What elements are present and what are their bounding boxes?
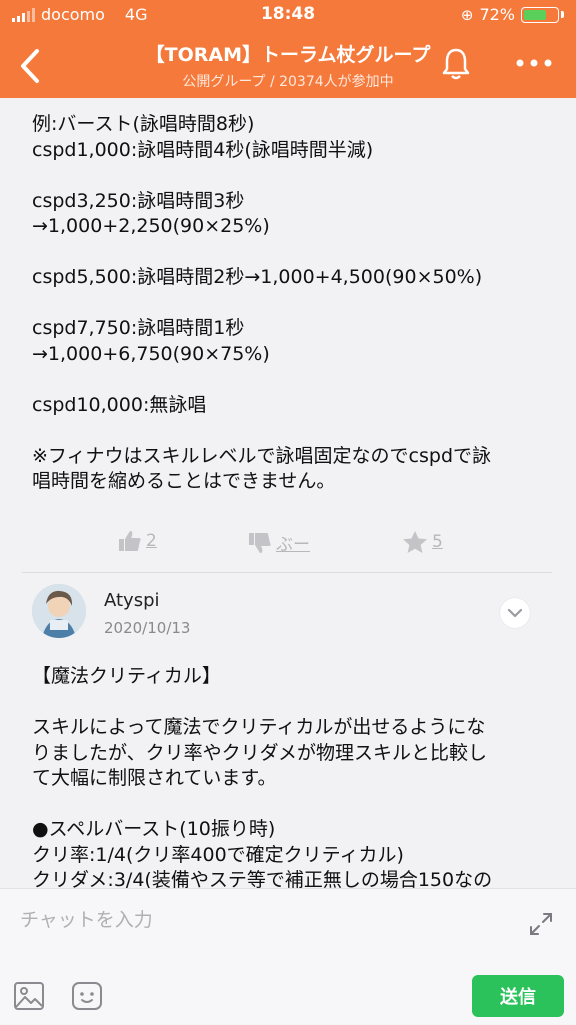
avatar[interactable] [32,584,86,638]
more-icon [516,59,552,67]
thumbs-up-icon [119,531,141,551]
chevron-left-icon [21,49,39,83]
text-line: cspd5,500:詠唱時間2秒→1,000+4,500(90×50%) [32,266,483,288]
like-count: 2 [146,531,157,551]
text-line: クリ率:1/4(クリ率400で確定クリティカル) [32,843,404,866]
group-subtitle: 公開グループ / 20374人が参加中 [182,74,394,90]
text-line: →1,000+2,250(90×25%) [32,215,270,237]
image-icon [14,982,44,1010]
back-button[interactable] [10,44,50,88]
dislike-button[interactable]: ぶー [248,530,310,555]
star-icon [403,531,427,553]
expand-icon [530,913,552,935]
group-title-area[interactable]: 【TORAM】トーラム杖グループ 公開グループ / 20374人が参加中 [80,40,496,91]
send-button[interactable]: 送信 [472,975,564,1017]
text-line: クリダメ:3/4(装備やステ等で補正無しの場合150なの [32,869,493,888]
avatar-image [32,584,86,638]
text-line: ※フィナウはスキルレベルで詠唱固定なのでcspdで詠 [32,444,492,467]
group-title: 【TORAM】トーラム杖グループ [145,44,431,66]
status-bar: docomo 4G 18:48 ⊕ 72% [0,0,576,30]
image-button[interactable] [12,979,46,1013]
text-line: 例:バースト(詠唱時間8秒) [32,113,255,135]
notification-button[interactable] [436,44,476,84]
text-line: cspd7,750:詠唱時間1秒 [32,317,245,339]
text-line: →1,000+6,750(90×75%) [32,342,270,365]
chat-content[interactable]: 例:バースト(詠唱時間8秒) cspd1,000:詠唱時間4秒(詠唱時間半減) cs… [0,98,576,888]
text-line: cspd1,000:詠唱時間4秒(詠唱時間半減) [32,138,374,161]
text-line: 【魔法クリティカル】 [32,665,221,687]
post-text: 例:バースト(詠唱時間8秒) cspd1,000:詠唱時間4秒(詠唱時間半減) cs… [32,112,542,495]
chevron-down-icon [507,608,523,618]
battery-icon [521,6,559,23]
chat-input-area: チャットを入力 送信 [0,888,576,1025]
expand-input-button[interactable] [526,909,556,939]
battery-percent: 72% [479,5,515,24]
comment-text: 【魔法クリティカル】スキルによって魔法でクリティカルが出せるようにな りましたが、… [32,664,552,888]
star-count: 5 [432,532,443,552]
more-options-button[interactable] [512,48,556,78]
text-line: ●スペルバースト(10振り時) [32,818,276,840]
text-line: cspd10,000:無詠唱 [32,393,207,416]
comment-expand-button[interactable] [500,598,530,628]
dislike-label: ぶー [276,535,310,555]
text-line: て大幅に制限されています。 [32,767,277,789]
thumbs-down-icon [249,532,271,553]
post-divider [22,572,552,573]
battery-tip [561,11,564,18]
bell-icon [442,48,470,80]
text-line: りましたが、クリ率やクリダメが物理スキルと比較し [32,741,488,764]
app-header: docomo 4G 18:48 ⊕ 72% 【TORAM】トーラム杖グループ 公… [0,0,576,98]
battery-fill [524,9,546,20]
post-reactions: 2 ぶー 5 [32,524,552,564]
like-button[interactable]: 2 [118,530,157,552]
star-button[interactable]: 5 [402,530,443,554]
text-line: スキルによって魔法でクリティカルが出せるようにな [32,716,486,738]
comment-header: Atyspi 2020/10/13 [0,574,576,644]
comment-date: 2020/10/13 [104,619,191,637]
text-line: 唱時間を縮めることはできません。 [32,470,336,492]
text-line: cspd3,250:詠唱時間3秒 [32,189,245,212]
sticker-button[interactable] [70,979,104,1013]
emoji-icon [72,982,102,1010]
comment-author[interactable]: Atyspi [104,590,160,611]
orientation-lock-icon: ⊕ [460,5,474,24]
chat-input[interactable]: チャットを入力 [20,905,500,935]
